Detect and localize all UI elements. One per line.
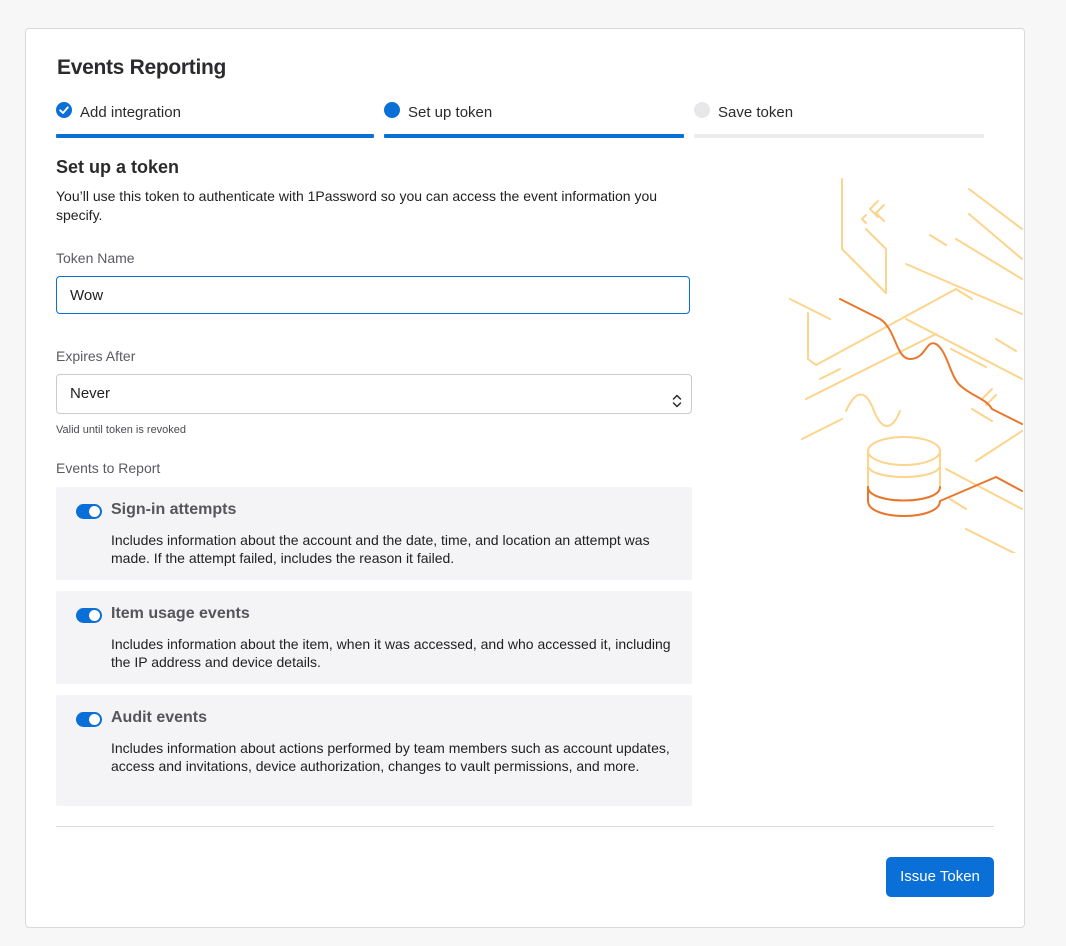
check-circle-icon bbox=[56, 102, 72, 118]
event-option-item-usage: Item usage events Includes information a… bbox=[56, 591, 692, 684]
event-option-audit-events: Audit events Includes information about … bbox=[56, 695, 692, 806]
step-set-up-token: Set up token bbox=[384, 101, 684, 141]
step-progress-bar bbox=[384, 134, 684, 138]
select-chevron-icon bbox=[672, 386, 682, 424]
step-label: Set up token bbox=[408, 104, 493, 121]
item-usage-events-toggle[interactable] bbox=[76, 608, 102, 623]
events-illustration bbox=[786, 169, 1024, 558]
step-progress-bar bbox=[56, 134, 374, 138]
step-save-token: Save token bbox=[694, 101, 984, 141]
event-description: Includes information about the account a… bbox=[111, 532, 650, 566]
step-add-integration: Add integration bbox=[56, 101, 374, 141]
active-step-dot-icon bbox=[384, 102, 400, 118]
event-description: Includes information about the item, whe… bbox=[111, 636, 671, 670]
event-title: Item usage events bbox=[111, 605, 250, 622]
audit-events-toggle[interactable] bbox=[76, 712, 102, 727]
illustration-graphic bbox=[789, 178, 1023, 558]
section-description: You’ll use this token to authenticate wi… bbox=[56, 188, 658, 223]
footer-divider bbox=[56, 826, 994, 827]
event-option-sign-in-attempts: Sign-in attempts Includes information ab… bbox=[56, 487, 692, 580]
expires-after-label: Expires After bbox=[56, 348, 136, 364]
page-title: Events Reporting bbox=[57, 56, 227, 79]
token-name-input[interactable]: Wow bbox=[56, 276, 690, 314]
expires-after-value: Never bbox=[70, 385, 111, 402]
issue-token-button[interactable]: Issue Token bbox=[886, 857, 994, 897]
expires-after-select[interactable]: Never bbox=[56, 374, 692, 414]
event-description: Includes information about actions perfo… bbox=[111, 740, 670, 774]
section-heading: Set up a token bbox=[56, 157, 180, 177]
step-label: Save token bbox=[718, 104, 794, 121]
token-name-label: Token Name bbox=[56, 250, 135, 266]
events-reporting-card: Events Reporting Add integration Set up … bbox=[25, 28, 1025, 928]
step-progress-bar bbox=[694, 134, 984, 138]
event-title: Sign-in attempts bbox=[111, 501, 237, 518]
sign-in-attempts-toggle[interactable] bbox=[76, 504, 102, 519]
step-label: Add integration bbox=[80, 104, 181, 121]
events-to-report-label: Events to Report bbox=[56, 460, 161, 476]
pending-step-dot-icon bbox=[694, 102, 710, 118]
event-title: Audit events bbox=[111, 709, 208, 726]
expires-hint: Valid until token is revoked bbox=[56, 424, 187, 436]
